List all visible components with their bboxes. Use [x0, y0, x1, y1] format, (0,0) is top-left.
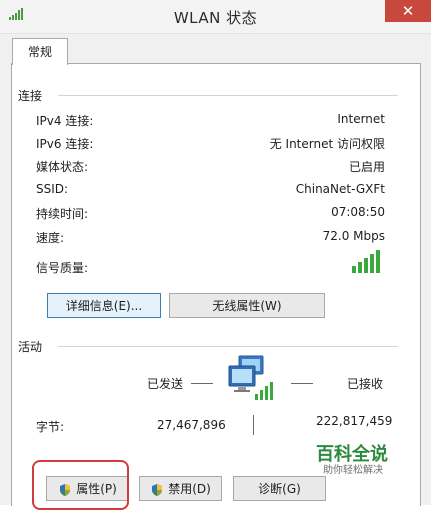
bytes-received-value: 222,817,459 — [316, 414, 393, 428]
tab-general[interactable]: 常规 — [12, 38, 68, 65]
bytes-separator — [253, 415, 254, 435]
media-state-value: 已启用 — [348, 160, 385, 174]
wireless-properties-button[interactable]: 无线属性(W) — [169, 293, 325, 318]
duration-value: 07:08:50 — [331, 205, 385, 219]
properties-highlight — [32, 460, 129, 510]
disable-button[interactable]: 禁用(D) — [139, 476, 222, 501]
wlan-status-window: WLAN 状态 ✕ 常规 连接 IPv4 连接: Internet IPv6 连… — [0, 0, 431, 510]
ipv6-value: 无 Internet 访问权限 — [269, 137, 385, 151]
sent-dash — [191, 383, 213, 384]
speed-value: 72.0 Mbps — [322, 229, 385, 243]
window-title: WLAN 状态 — [173, 9, 258, 27]
title-bar: WLAN 状态 ✕ — [0, 0, 431, 34]
ipv4-value: Internet — [337, 112, 385, 126]
ssid-value: ChinaNet-GXFt — [295, 182, 385, 196]
ipv4-label: IPv4 连接: — [36, 114, 94, 128]
connection-heading: 连接 — [18, 89, 43, 103]
watermark-subtitle: 助你轻松解决 — [323, 465, 383, 476]
bytes-sent-value: 27,467,896 — [157, 418, 226, 432]
disable-button-label: 禁用(D) — [168, 482, 211, 496]
bytes-label: 字节: — [36, 420, 65, 434]
ssid-label: SSID: — [36, 182, 69, 196]
uac-shield-icon — [152, 483, 163, 496]
details-button[interactable]: 详细信息(E)... — [47, 293, 161, 318]
signal-quality-label: 信号质量: — [36, 261, 89, 275]
connection-divider — [58, 95, 398, 96]
duration-label: 持续时间: — [36, 207, 89, 221]
media-state-label: 媒体状态: — [36, 160, 89, 174]
signal-strength-icon — [352, 250, 380, 273]
activity-heading: 活动 — [18, 340, 43, 354]
close-button[interactable]: ✕ — [385, 0, 431, 22]
received-dash — [291, 383, 313, 384]
diagnose-button[interactable]: 诊断(G) — [233, 476, 326, 501]
received-label: 已接收 — [347, 377, 384, 391]
ipv6-label: IPv6 连接: — [36, 137, 94, 151]
activity-divider — [58, 346, 398, 347]
speed-label: 速度: — [36, 231, 65, 245]
network-computers-icon — [228, 355, 273, 400]
sent-label: 已发送 — [147, 377, 184, 391]
